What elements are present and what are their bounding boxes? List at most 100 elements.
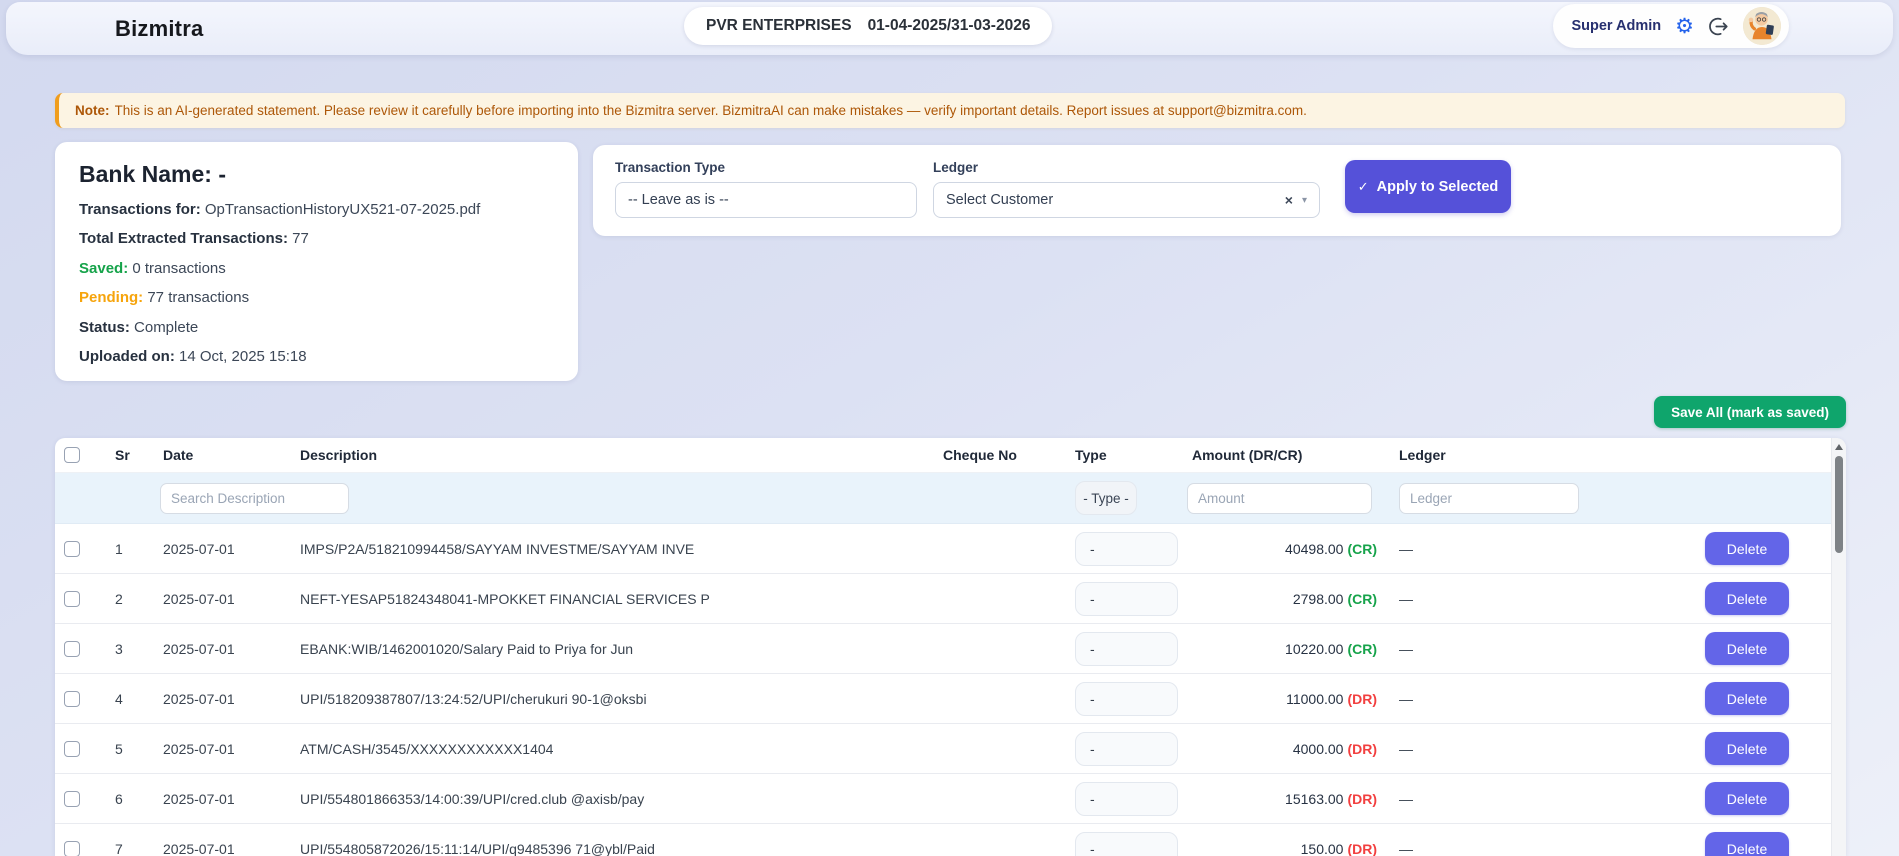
row-ledger: — [1399, 640, 1413, 657]
table-scrollbar[interactable] [1831, 438, 1846, 856]
bank-name-title: Bank Name: - [79, 161, 226, 187]
summary-line-label: Saved: [79, 259, 129, 277]
transactions-table: Sr Date Description Cheque No Type Amoun… [55, 438, 1846, 856]
row-amount: 15163.00 [1285, 790, 1344, 807]
note-text: This is an AI-generated statement. Pleas… [114, 103, 1307, 118]
ledger-select-icons: × ▾ [1285, 192, 1307, 208]
user-role-label: Super Admin [1571, 18, 1662, 34]
fiscal-period: 01-04-2025/31-03-2026 [867, 17, 1031, 34]
delete-button[interactable]: Delete [1705, 582, 1789, 615]
scroll-up-arrow-icon[interactable] [1835, 444, 1843, 450]
row-description: UPI/554801866353/14:00:39/UPI/cred.club … [300, 790, 645, 807]
apply-button-label: Apply to Selected [1376, 178, 1499, 195]
row-amount: 10220.00 [1285, 640, 1344, 657]
row-checkbox[interactable] [64, 740, 80, 757]
delete-button[interactable]: Delete [1705, 732, 1789, 765]
scrollbar-thumb[interactable] [1835, 456, 1843, 553]
row-date: 2025-07-01 [163, 740, 235, 757]
delete-button[interactable]: Delete [1705, 682, 1789, 715]
row-checkbox[interactable] [64, 690, 80, 707]
row-type-select[interactable]: - [1075, 581, 1178, 616]
transaction-type-select[interactable]: -- Leave as is -- [615, 182, 917, 218]
ledger-filter-input[interactable] [1399, 482, 1579, 514]
avatar[interactable] [1743, 7, 1781, 45]
row-date: 2025-07-01 [163, 540, 235, 557]
user-menu: Super Admin ⚙ [1553, 4, 1789, 48]
row-ledger: — [1399, 540, 1413, 557]
row-checkbox[interactable] [64, 590, 80, 607]
summary-line: Uploaded on: 14 Oct, 2025 15:18 [79, 348, 554, 365]
summary-line-value: Complete [134, 318, 199, 336]
row-type-select[interactable]: - [1075, 781, 1178, 816]
row-sr: 2 [115, 590, 123, 607]
delete-button[interactable]: Delete [1705, 632, 1789, 665]
select-all-checkbox[interactable] [64, 447, 80, 463]
col-header-date: Date [163, 447, 194, 463]
row-ledger: — [1399, 840, 1413, 856]
row-description: UPI/518209387807/13:24:52/UPI/cherukuri … [300, 690, 647, 707]
page: Bizmitra PVR ENTERPRISES 01-04-2025/31-0… [0, 0, 1899, 856]
row-date: 2025-07-01 [163, 840, 235, 856]
table-row: 3 2025-07-01 EBANK:WIB/1462001020/Salary… [55, 624, 1832, 674]
row-amount: 150.00 [1300, 840, 1344, 856]
row-description: ATM/CASH/3545/XXXXXXXXXXXX1404 [300, 740, 554, 757]
settings-gear-icon[interactable]: ⚙ [1675, 16, 1694, 37]
row-drcr-badge: (DR) [1347, 690, 1377, 707]
summary-line-label: Status: [79, 318, 130, 336]
delete-button[interactable]: Delete [1705, 782, 1789, 815]
clear-selection-icon[interactable]: × [1285, 192, 1293, 208]
save-all-button[interactable]: Save All (mark as saved) [1654, 396, 1846, 428]
row-type-select[interactable]: - [1075, 681, 1178, 716]
summary-line: Transactions for: OpTransactionHistoryUX… [79, 201, 554, 218]
summary-line-label: Transactions for: [79, 200, 201, 218]
type-filter-select[interactable]: - Type - [1075, 481, 1137, 515]
row-drcr-badge: (CR) [1347, 640, 1377, 657]
row-checkbox[interactable] [64, 640, 80, 657]
summary-line-value: 14 Oct, 2025 15:18 [179, 348, 307, 365]
table-row: 7 2025-07-01 UPI/554805872026/15:11:14/U… [55, 824, 1832, 856]
bulk-apply-card: Transaction Type -- Leave as is -- Ledge… [593, 145, 1841, 236]
top-header: Bizmitra PVR ENTERPRISES 01-04-2025/31-0… [6, 2, 1893, 55]
row-checkbox[interactable] [64, 840, 80, 856]
row-amount: 2798.00 [1292, 590, 1344, 607]
row-amount: 40498.00 [1285, 540, 1344, 557]
row-ledger: — [1399, 740, 1413, 757]
statement-summary-card: Bank Name: - Transactions for: OpTransac… [55, 142, 578, 381]
delete-button[interactable]: Delete [1705, 832, 1789, 856]
row-type-select[interactable]: - [1075, 531, 1178, 566]
table-row: 2 2025-07-01 NEFT-YESAP51824348041-MPOKK… [55, 574, 1832, 624]
col-header-description: Description [300, 447, 378, 463]
summary-line-value: 77 [292, 230, 309, 247]
col-header-ledger: Ledger [1399, 447, 1446, 463]
row-sr: 5 [115, 740, 123, 757]
row-checkbox[interactable] [64, 540, 80, 557]
row-sr: 1 [115, 540, 123, 557]
note-label: Note: [75, 103, 110, 118]
summary-line-label: Total Extracted Transactions: [79, 230, 288, 247]
col-header-sr: Sr [115, 447, 130, 463]
apply-to-selected-button[interactable]: ✓ Apply to Selected [1345, 160, 1511, 213]
row-ledger: — [1399, 790, 1413, 807]
transaction-type-field: Transaction Type -- Leave as is -- [615, 160, 917, 218]
amount-filter-input[interactable] [1187, 482, 1372, 514]
ledger-select[interactable]: Select Customer × ▾ [933, 182, 1320, 218]
delete-button[interactable]: Delete [1705, 532, 1789, 565]
company-period-pill[interactable]: PVR ENTERPRISES 01-04-2025/31-03-2026 [684, 7, 1053, 45]
summary-line: Pending: 77 transactions [79, 289, 554, 306]
row-date: 2025-07-01 [163, 590, 235, 607]
summary-line-label: Uploaded on: [79, 348, 175, 365]
chevron-down-icon: ▾ [1301, 194, 1307, 206]
row-date: 2025-07-01 [163, 790, 235, 807]
summary-line: Status: Complete [79, 319, 554, 336]
row-checkbox[interactable] [64, 790, 80, 807]
description-search-input[interactable] [160, 482, 349, 514]
row-type-select[interactable]: - [1075, 831, 1178, 856]
table-row: 4 2025-07-01 UPI/518209387807/13:24:52/U… [55, 674, 1832, 724]
logout-icon[interactable] [1708, 16, 1729, 37]
row-type-select[interactable]: - [1075, 631, 1178, 666]
ledger-label: Ledger [933, 160, 979, 175]
note-banner: Note: This is an AI-generated statement.… [55, 93, 1845, 128]
row-type-select[interactable]: - [1075, 731, 1178, 766]
row-description: UPI/554805872026/15:11:14/UPI/q9485396 7… [300, 840, 655, 856]
check-icon: ✓ [1357, 178, 1369, 194]
